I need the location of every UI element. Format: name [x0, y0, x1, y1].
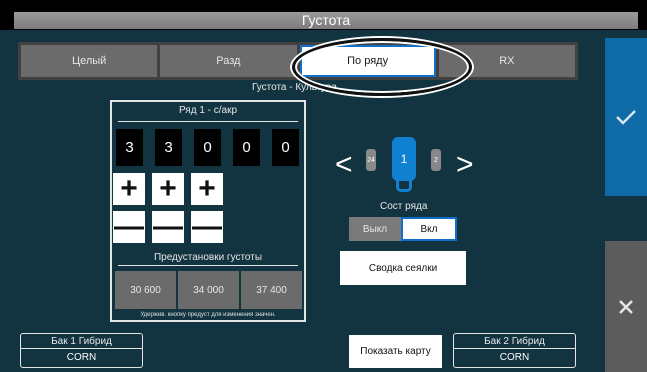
tab-by-row[interactable]: По ряду [299, 45, 436, 77]
row-density-panel: Ряд 1 - с/акр 3 3 0 0 0 + + + — — — Пред… [110, 100, 306, 322]
current-row-indicator[interactable]: 1 [392, 137, 416, 181]
page-title: Густота [14, 12, 638, 29]
planter-summary-button[interactable]: Сводка сеялки [340, 251, 466, 285]
digit-2[interactable]: 3 [155, 129, 182, 166]
tank-1-hybrid[interactable]: Бак 1 Гибрид CORN [20, 333, 143, 368]
increment-digit-1-button[interactable]: + [113, 173, 145, 205]
tank-2-value: CORN [499, 352, 530, 363]
row-state-label: Сост ряда [380, 201, 428, 212]
digit-4[interactable]: 0 [233, 129, 260, 166]
tab-rx[interactable]: RX [438, 45, 575, 77]
digit-5[interactable]: 0 [272, 129, 299, 166]
decrement-digit-2-button[interactable]: — [152, 211, 184, 243]
row-24-indicator[interactable]: 24 [366, 149, 376, 171]
cancel-button[interactable] [605, 241, 647, 372]
row-state-toggle[interactable]: Выкл Вкл [349, 217, 457, 241]
preset-button-2[interactable]: 34 000 [178, 271, 239, 309]
tank-1-title: Бак 1 Гибрид [21, 334, 142, 349]
increment-digit-3-button[interactable]: + [191, 173, 223, 205]
tank-1-value: CORN [66, 352, 97, 363]
decrement-digit-1-button[interactable]: — [113, 211, 145, 243]
row-state-off[interactable]: Выкл [349, 217, 401, 241]
chevron-left-icon[interactable]: < [335, 150, 353, 180]
presets-label: Предустановки густоты [153, 252, 263, 263]
preset-button-3[interactable]: 37 400 [241, 271, 302, 309]
decrement-digit-3-button[interactable]: — [191, 211, 223, 243]
row-state-on[interactable]: Вкл [401, 217, 457, 241]
tab-bar: Целый Разд По ряду RX [18, 42, 578, 80]
preset-button-1[interactable]: 30 600 [115, 271, 176, 309]
show-map-button[interactable]: Показать карту [349, 335, 442, 368]
screen: Густота Целый Разд По ряду RX Густота - … [0, 0, 647, 372]
presets-hint: Удержив. кнопку предуст для изменения зн… [140, 312, 276, 318]
row-panel-title: Ряд 1 - с/акр [178, 105, 238, 116]
increment-digit-2-button[interactable]: + [152, 173, 184, 205]
planter-row-icon [396, 180, 412, 192]
chevron-right-icon[interactable]: > [456, 150, 474, 180]
checkmark-icon [616, 110, 636, 125]
tab-split[interactable]: Разд [160, 45, 297, 77]
close-icon [619, 299, 633, 314]
accept-button[interactable] [605, 38, 647, 196]
divider [118, 265, 298, 266]
divider [118, 121, 298, 122]
tab-whole[interactable]: Целый [21, 45, 158, 77]
sub-title: Густота - Культура [252, 82, 337, 93]
digit-1[interactable]: 3 [116, 129, 143, 166]
tank-2-hybrid[interactable]: Бак 2 Гибрид CORN [453, 333, 576, 368]
row-2-indicator[interactable]: 2 [431, 149, 441, 171]
digit-3[interactable]: 0 [194, 129, 221, 166]
tank-2-title: Бак 2 Гибрид [454, 334, 575, 349]
